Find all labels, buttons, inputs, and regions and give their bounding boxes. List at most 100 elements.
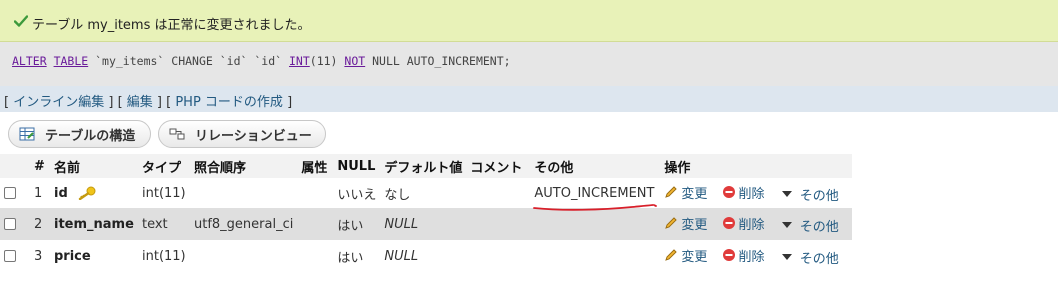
sql-fragment: `my_items` CHANGE `id` `id` [88, 54, 289, 68]
pencil-icon [665, 249, 678, 261]
structure-icon [19, 127, 35, 141]
header-name[interactable]: 名前 [50, 154, 138, 178]
row-checkbox[interactable] [4, 218, 16, 230]
sql-fragment-length: (11) [309, 54, 345, 68]
relation-view-button[interactable]: リレーションビュー [158, 120, 326, 148]
row-checkbox[interactable] [4, 250, 16, 262]
change-label: 変更 [681, 186, 708, 202]
delete-action[interactable]: 削除 [722, 183, 765, 202]
check-icon [14, 15, 28, 27]
sql-space [47, 54, 54, 68]
column-type: int(11) [138, 178, 190, 208]
column-collation [190, 178, 298, 208]
table-row: 3 price int(11) はい NULL 変更 削除 その他 [0, 240, 853, 272]
delete-action[interactable]: 削除 [722, 246, 765, 265]
row-actions: 変更 削除 その他 [660, 178, 853, 208]
column-name-cell: item_name [50, 208, 138, 240]
column-default: NULL [380, 240, 467, 272]
sql-keyword-table[interactable]: TABLE [54, 54, 89, 68]
header-attributes[interactable]: 属性 [297, 154, 334, 178]
header-collation[interactable]: 照合順序 [190, 154, 298, 178]
header-action: 操作 [660, 154, 853, 178]
column-name[interactable]: item_name [54, 217, 134, 232]
column-attributes [297, 178, 334, 208]
row-actions: 変更 削除 その他 [660, 240, 853, 272]
header-comment[interactable]: コメント [466, 154, 531, 178]
delete-label: 削除 [738, 249, 765, 265]
column-collation: utf8_general_ci [190, 208, 298, 240]
header-null[interactable]: NULL [333, 154, 381, 178]
delete-action[interactable]: 削除 [722, 214, 765, 233]
more-action[interactable]: その他 [781, 248, 839, 267]
delete-label: 削除 [738, 186, 765, 202]
column-name-cell: price [50, 240, 138, 272]
sql-keyword-not[interactable]: NOT [344, 54, 365, 68]
column-comment [466, 240, 531, 272]
column-default: なし [380, 178, 467, 208]
row-checkbox[interactable] [4, 187, 16, 199]
edit-link[interactable]: 編集 [127, 95, 153, 110]
row-checkbox-cell [0, 178, 30, 208]
sql-keyword-alter[interactable]: ALTER [12, 54, 47, 68]
column-name-cell: id [50, 178, 138, 208]
delete-icon [722, 249, 735, 261]
bracket: ] [282, 95, 293, 110]
bracket: [ [4, 95, 14, 110]
row-number: 1 [30, 178, 50, 208]
sql-keyword-int[interactable]: INT [289, 54, 310, 68]
php-code-link[interactable]: PHP コードの作成 [175, 95, 283, 110]
more-action[interactable]: その他 [781, 216, 839, 235]
column-default: NULL [380, 208, 467, 240]
key-icon [78, 186, 96, 201]
column-name[interactable]: price [54, 249, 91, 264]
pencil-icon [665, 217, 678, 229]
column-extra [530, 208, 661, 240]
more-label: その他 [799, 188, 839, 204]
header-select [0, 154, 30, 178]
success-banner: テーブル my_items は正常に変更されました。 [0, 0, 1058, 42]
column-type: int(11) [138, 240, 190, 272]
change-label: 変更 [681, 217, 708, 233]
change-label: 変更 [681, 249, 708, 265]
column-extra [530, 240, 661, 272]
column-comment [466, 178, 531, 208]
delete-label: 削除 [738, 217, 765, 233]
column-type: text [138, 208, 190, 240]
row-number: 3 [30, 240, 50, 272]
inline-edit-link[interactable]: インライン編集 [13, 95, 104, 110]
change-action[interactable]: 変更 [664, 214, 707, 233]
header-default[interactable]: デフォルト値 [380, 154, 467, 178]
bracket: ] [ [152, 95, 176, 110]
more-label: その他 [799, 219, 839, 235]
dropdown-triangle-icon [781, 222, 792, 228]
sql-links: [ インライン編集 ] [ 編集 ] [ PHP コードの作成 ] [4, 91, 292, 110]
row-number: 2 [30, 208, 50, 240]
table-row: 1 id int(11) いいえ なし AUTO_INCREMENT 変更 削除… [0, 178, 853, 208]
bracket: ] [ [104, 95, 127, 110]
success-message: テーブル my_items は正常に変更されました。 [32, 18, 311, 33]
column-collation [190, 240, 298, 272]
sql-fragment-tail: NULL AUTO_INCREMENT; [365, 54, 511, 68]
dropdown-triangle-icon [781, 191, 792, 197]
header-type[interactable]: タイプ [138, 154, 190, 178]
more-action[interactable]: その他 [781, 185, 839, 204]
table-header-row: # 名前 タイプ 照合順序 属性 NULL デフォルト値 コメント その他 操作 [0, 154, 853, 178]
more-label: その他 [799, 251, 839, 267]
change-action[interactable]: 変更 [664, 183, 707, 202]
dropdown-triangle-icon [781, 254, 792, 260]
table-row: 2 item_name text utf8_general_ci はい NULL… [0, 208, 853, 240]
row-checkbox-cell [0, 208, 30, 240]
table-structure-button[interactable]: テーブルの構造 [8, 120, 151, 148]
column-comment [466, 208, 531, 240]
column-attributes [297, 240, 334, 272]
column-name[interactable]: id [54, 186, 68, 201]
column-null: いいえ [333, 178, 381, 208]
change-action[interactable]: 変更 [664, 246, 707, 265]
column-null: はい [333, 208, 381, 240]
column-null: はい [333, 240, 381, 272]
header-extra[interactable]: その他 [530, 154, 661, 178]
row-actions: 変更 削除 その他 [660, 208, 853, 240]
relation-view-label: リレーションビュー [195, 128, 312, 144]
column-attributes [297, 208, 334, 240]
sql-query: ALTER TABLE `my_items` CHANGE `id` `id` … [12, 54, 511, 68]
